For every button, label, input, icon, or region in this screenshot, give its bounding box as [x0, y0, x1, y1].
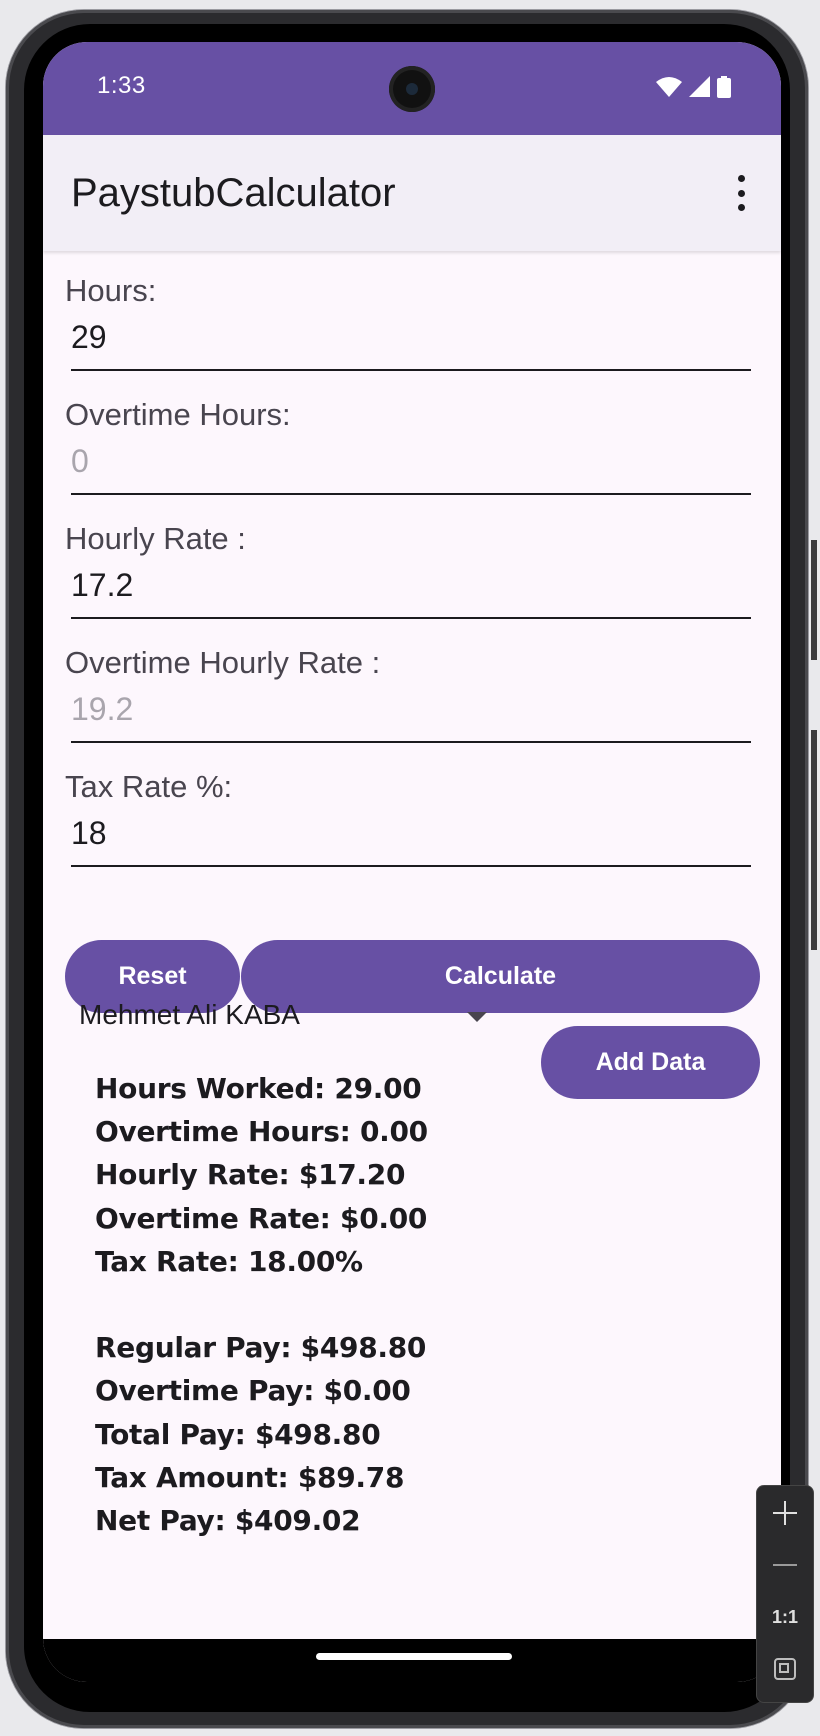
overtime-hourly-rate-input[interactable]: 19.2 [71, 681, 751, 743]
front-camera [389, 66, 435, 112]
emulator-zoom-controls: 1:1 [756, 1485, 814, 1703]
result-overtime-hours: Overtime Hours: 0.00 [95, 1115, 428, 1149]
main-content: Hours: 29 Overtime Hours: 0 Hourly Rate … [43, 251, 781, 1682]
navigation-bar [43, 1639, 781, 1682]
result-overtime-pay: Overtime Pay: $0.00 [95, 1374, 411, 1408]
overtime-hourly-rate-label: Overtime Hourly Rate : [65, 645, 381, 680]
app-bar: PaystubCalculator [43, 135, 781, 251]
result-hourly-rate: Hourly Rate: $17.20 [95, 1158, 406, 1192]
hourly-rate-input-value: 17.2 [71, 567, 134, 603]
result-net-pay: Net Pay: $409.02 [95, 1503, 361, 1537]
employee-spinner[interactable]: Mehmet Ali KABA [65, 985, 505, 1049]
overtime-hourly-rate-placeholder: 19.2 [71, 691, 134, 727]
result-regular-pay: Regular Pay: $498.80 [95, 1331, 427, 1365]
more-vert-icon[interactable] [733, 175, 749, 211]
wifi-icon [656, 77, 682, 97]
dropdown-arrow-icon [467, 1012, 487, 1022]
zoom-fit-icon[interactable] [757, 1644, 813, 1694]
hours-input-value: 29 [71, 319, 107, 355]
overtime-hours-placeholder: 0 [71, 443, 89, 479]
zoom-actual-size-button[interactable]: 1:1 [757, 1592, 813, 1642]
result-spacer [95, 1283, 428, 1326]
result-hours-worked: Hours Worked: 29.00 [95, 1072, 422, 1105]
home-gesture-handle[interactable] [316, 1653, 512, 1660]
result-tax-amount: Tax Amount: $89.78 [95, 1460, 405, 1494]
tax-rate-label: Tax Rate %: [65, 769, 233, 804]
overtime-hours-label: Overtime Hours: [65, 397, 291, 432]
device-volume-button [811, 730, 817, 950]
device-side-button [811, 540, 817, 660]
hours-input[interactable]: 29 [71, 309, 751, 371]
cellular-signal-icon [689, 76, 710, 97]
result-total-pay: Total Pay: $498.80 [95, 1417, 381, 1451]
status-icons [655, 76, 731, 98]
results-panel: Hours Worked: 29.00 Overtime Hours: 0.00… [95, 1067, 428, 1542]
app-title: PaystubCalculator [71, 171, 396, 215]
result-overtime-rate: Overtime Rate: $0.00 [95, 1201, 428, 1235]
hours-label: Hours: [65, 273, 157, 308]
zoom-in-icon[interactable] [757, 1488, 813, 1538]
overtime-hours-input[interactable]: 0 [71, 433, 751, 495]
battery-icon [717, 76, 731, 98]
hourly-rate-input[interactable]: 17.2 [71, 557, 751, 619]
hourly-rate-label: Hourly Rate : [65, 521, 246, 556]
status-time: 1:33 [97, 72, 146, 99]
add-data-button[interactable]: Add Data [541, 1026, 760, 1099]
status-bar: 1:33 [43, 42, 781, 135]
phone-screen: 1:33 PaystubCalculator Hours: 29 Overtim… [43, 42, 781, 1682]
tax-rate-input-value: 18 [71, 815, 107, 851]
result-tax-rate: Tax Rate: 18.00% [95, 1244, 363, 1278]
spinner-selected-value: Mehmet Ali KABA [79, 999, 300, 1030]
tax-rate-input[interactable]: 18 [71, 805, 751, 867]
zoom-out-icon[interactable] [757, 1540, 813, 1590]
